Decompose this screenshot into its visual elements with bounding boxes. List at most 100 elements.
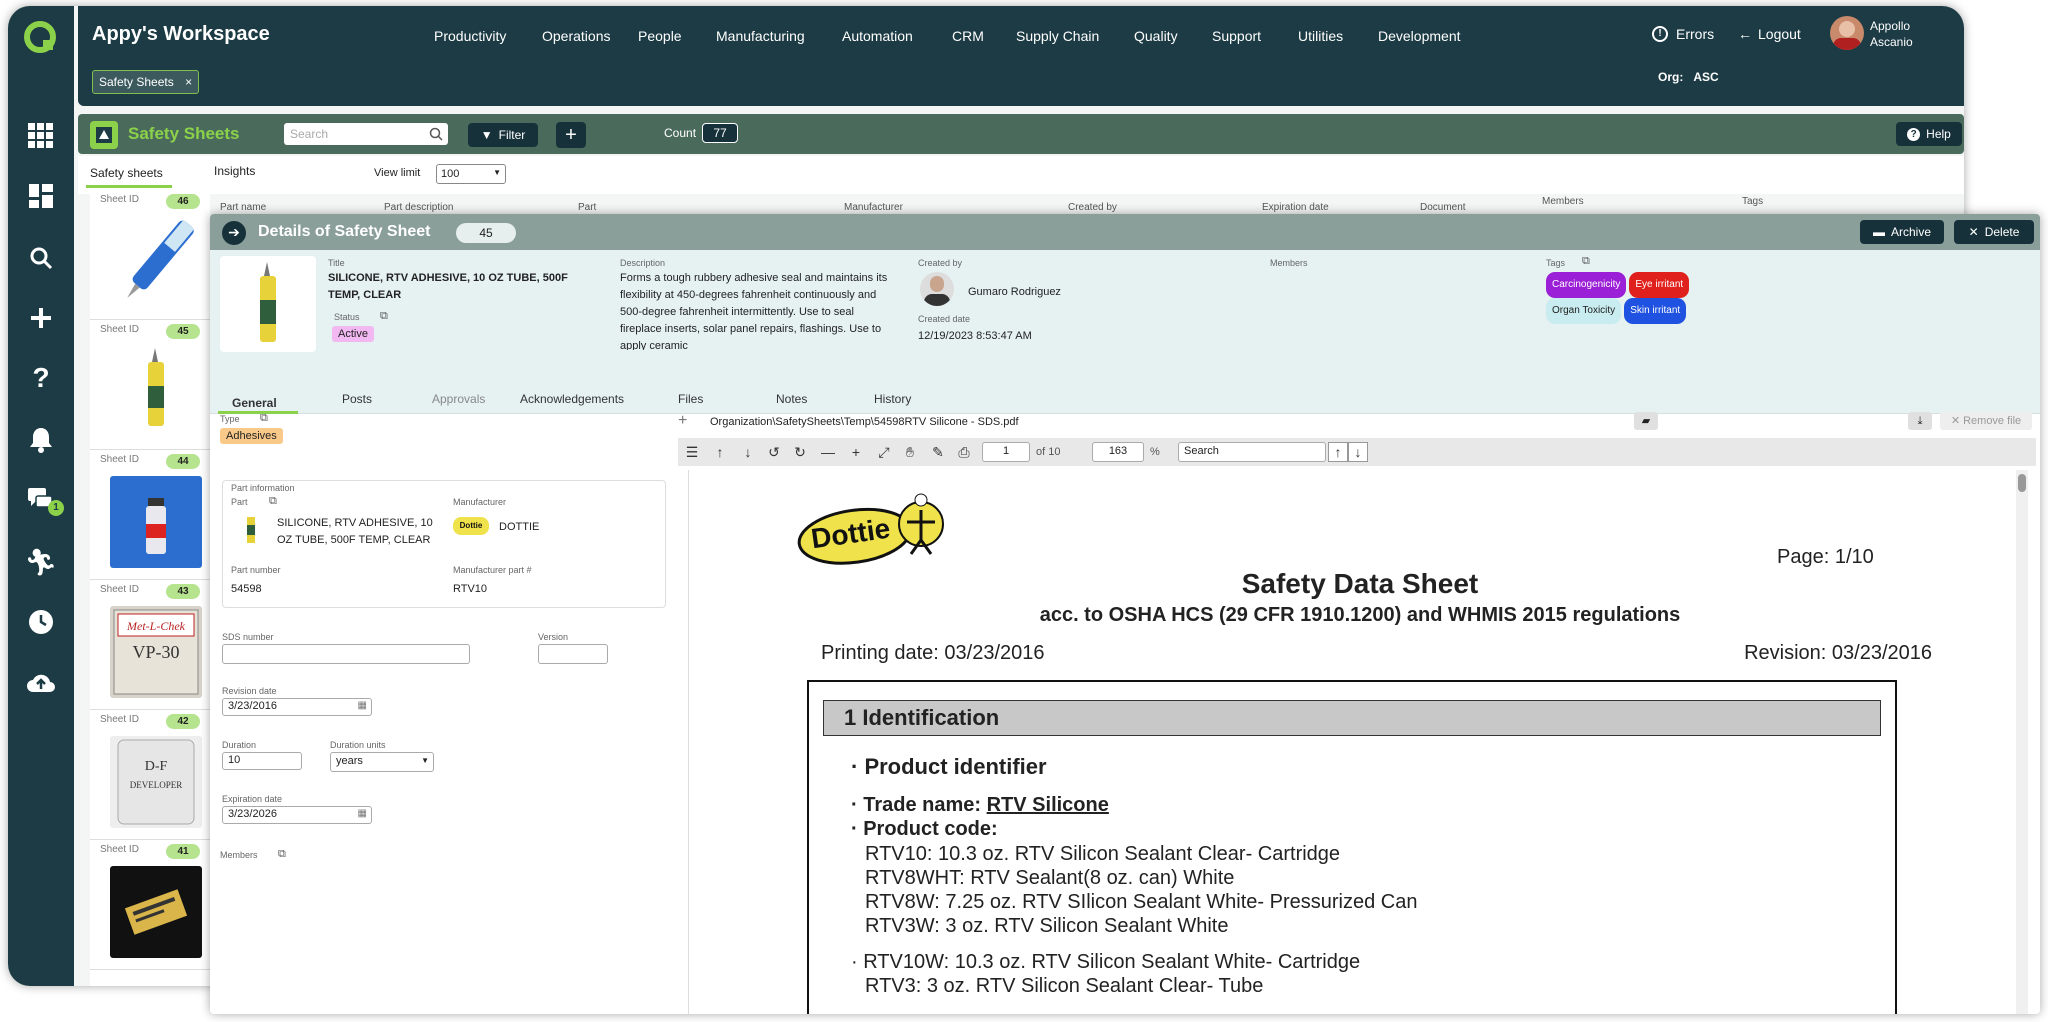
rotate-left-icon[interactable]: ↺ <box>764 441 784 463</box>
remove-file-button[interactable]: ✕ Remove file <box>1940 412 2032 430</box>
hand-icon[interactable]: ✋︎ <box>900 441 920 463</box>
delete-button[interactable]: ✕ Delete <box>1954 220 2034 244</box>
sheet-card[interactable]: Sheet ID 41 <box>90 840 210 970</box>
dashboard-icon[interactable] <box>21 176 61 216</box>
sheet-card[interactable]: Sheet ID 42 D-F DEVELOPER <box>90 710 210 840</box>
pen-icon[interactable]: ✎ <box>928 441 948 463</box>
close-icon[interactable]: × <box>185 75 192 89</box>
calendar-icon[interactable]: ▦ <box>358 700 367 711</box>
view-limit-select[interactable]: 100 ▼ <box>436 164 506 184</box>
tag-organ-toxicity[interactable]: Organ Toxicity <box>1546 298 1622 324</box>
archive-button[interactable]: ▬ Archive <box>1860 220 1944 244</box>
col-part-name[interactable]: Part name <box>220 202 266 213</box>
col-members[interactable]: Members <box>1542 196 1584 207</box>
sheet-card[interactable]: Sheet ID 45 <box>90 320 210 450</box>
menu-productivity[interactable]: Productivity <box>434 28 506 44</box>
print-icon[interactable]: ⎙ <box>954 441 974 463</box>
cloud-upload-icon[interactable] <box>21 662 61 702</box>
tag-eye-irritant[interactable]: Eye irritant <box>1629 272 1690 298</box>
filter-button[interactable]: ▼ Filter <box>468 123 538 147</box>
col-part-description[interactable]: Part description <box>384 202 453 213</box>
search-icon[interactable] <box>21 238 61 278</box>
menu-manufacturing[interactable]: Manufacturing <box>716 28 805 44</box>
tab-history[interactable]: History <box>874 392 911 406</box>
expiration-date-input[interactable]: 3/23/2026 ▦ <box>222 806 372 824</box>
tab-files[interactable]: Files <box>678 392 703 406</box>
duration-input[interactable]: 10 <box>222 752 302 770</box>
sheet-card[interactable]: Sheet ID 43 Met-L-Chek VP-30 <box>90 580 210 710</box>
menu-utilities[interactable]: Utilities <box>1298 28 1343 44</box>
tag-carcinogenicity[interactable]: Carcinogenicity <box>1546 272 1627 298</box>
download-icon[interactable]: ⤓ <box>1908 412 1932 430</box>
fit-page-icon[interactable]: ⤢ <box>874 441 894 463</box>
tag-skin-irritant[interactable]: Skin irritant <box>1624 298 1687 324</box>
zoom-out-icon[interactable]: — <box>818 441 838 463</box>
calendar-icon[interactable]: ▦ <box>358 808 367 819</box>
running-icon[interactable]: 🏃︎ <box>21 542 61 582</box>
apps-grid-icon[interactable] <box>21 116 61 156</box>
clock-icon[interactable] <box>21 602 61 642</box>
open-tab-chip[interactable]: Safety Sheets × <box>92 70 200 94</box>
external-link-icon[interactable]: ⧉ <box>278 848 286 861</box>
menu-development[interactable]: Development <box>1378 28 1461 44</box>
search-input[interactable]: Search <box>284 123 448 145</box>
page-number-input[interactable]: 1 <box>982 442 1030 462</box>
tab-approvals[interactable]: Approvals <box>432 392 485 406</box>
zoom-input[interactable]: 163 <box>1092 442 1144 462</box>
tab-acknowledgements[interactable]: Acknowledgements <box>520 392 624 406</box>
bell-icon[interactable] <box>21 420 61 460</box>
add-button[interactable]: + <box>556 122 586 148</box>
sds-number-input[interactable] <box>222 644 470 664</box>
external-link-icon[interactable]: ⧉ <box>380 310 388 323</box>
add-icon[interactable] <box>21 298 61 338</box>
external-link-icon[interactable]: ⧉ <box>269 495 277 508</box>
menu-operations[interactable]: Operations <box>542 28 610 44</box>
folder-icon[interactable]: ▰ <box>1634 412 1658 430</box>
avatar[interactable] <box>1830 16 1864 50</box>
arrow-down-icon[interactable]: ↓ <box>738 441 758 463</box>
external-link-icon[interactable]: ⧉ <box>1582 255 1590 268</box>
sheet-card[interactable]: Sheet ID 44 <box>90 450 210 580</box>
org-label: Org: <box>1658 70 1684 84</box>
menu-icon[interactable]: ☰ <box>682 441 702 463</box>
tab-posts[interactable]: Posts <box>342 392 372 406</box>
menu-crm[interactable]: CRM <box>952 28 984 44</box>
pdf-search-input[interactable]: Search <box>1178 442 1326 462</box>
revision-date-input[interactable]: 3/23/2016 ▦ <box>222 698 372 716</box>
col-expiration-date[interactable]: Expiration date <box>1262 202 1329 213</box>
pdf-scroll-thumb[interactable] <box>2018 474 2026 492</box>
search-prev-icon[interactable]: ↑ <box>1328 442 1348 462</box>
col-document[interactable]: Document <box>1420 202 1466 213</box>
sheet-card[interactable]: Sheet ID 46 <box>90 190 210 320</box>
add-file-icon[interactable]: + <box>678 412 687 430</box>
search-next-icon[interactable]: ↓ <box>1348 442 1368 462</box>
col-manufacturer[interactable]: Manufacturer <box>844 202 903 213</box>
col-part[interactable]: Part <box>578 202 596 213</box>
external-link-icon[interactable]: ⧉ <box>260 412 268 425</box>
menu-supply-chain[interactable]: Supply Chain <box>1016 28 1099 44</box>
tab-general[interactable]: General <box>232 396 277 410</box>
col-tags[interactable]: Tags <box>1742 196 1763 207</box>
menu-automation[interactable]: Automation <box>842 28 913 44</box>
tab-insights[interactable]: Insights <box>214 164 255 178</box>
menu-quality[interactable]: Quality <box>1134 28 1178 44</box>
type-badge[interactable]: Adhesives <box>220 428 283 444</box>
help-icon[interactable]: ? <box>21 358 61 398</box>
status-badge[interactable]: Active <box>332 326 374 342</box>
tab-notes[interactable]: Notes <box>776 392 807 406</box>
arrow-up-icon[interactable]: ↑ <box>710 441 730 463</box>
help-button[interactable]: ? Help <box>1896 122 1962 146</box>
col-created-by[interactable]: Created by <box>1068 202 1117 213</box>
app-logo-icon[interactable] <box>21 18 61 58</box>
version-input[interactable] <box>538 644 608 664</box>
collapse-arrow-icon[interactable]: ➔ <box>222 221 246 245</box>
pdf-scrollbar[interactable] <box>2016 470 2028 1014</box>
duration-units-select[interactable]: years ▼ <box>330 752 434 772</box>
tab-safety-sheets[interactable]: Safety sheets <box>90 166 163 180</box>
menu-people[interactable]: People <box>638 28 682 44</box>
rotate-right-icon[interactable]: ↻ <box>790 441 810 463</box>
zoom-in-icon[interactable]: + <box>846 441 866 463</box>
errors-link[interactable]: ! Errors <box>1652 26 1714 42</box>
logout-link[interactable]: ← Logout <box>1738 26 1801 42</box>
menu-support[interactable]: Support <box>1212 28 1261 44</box>
